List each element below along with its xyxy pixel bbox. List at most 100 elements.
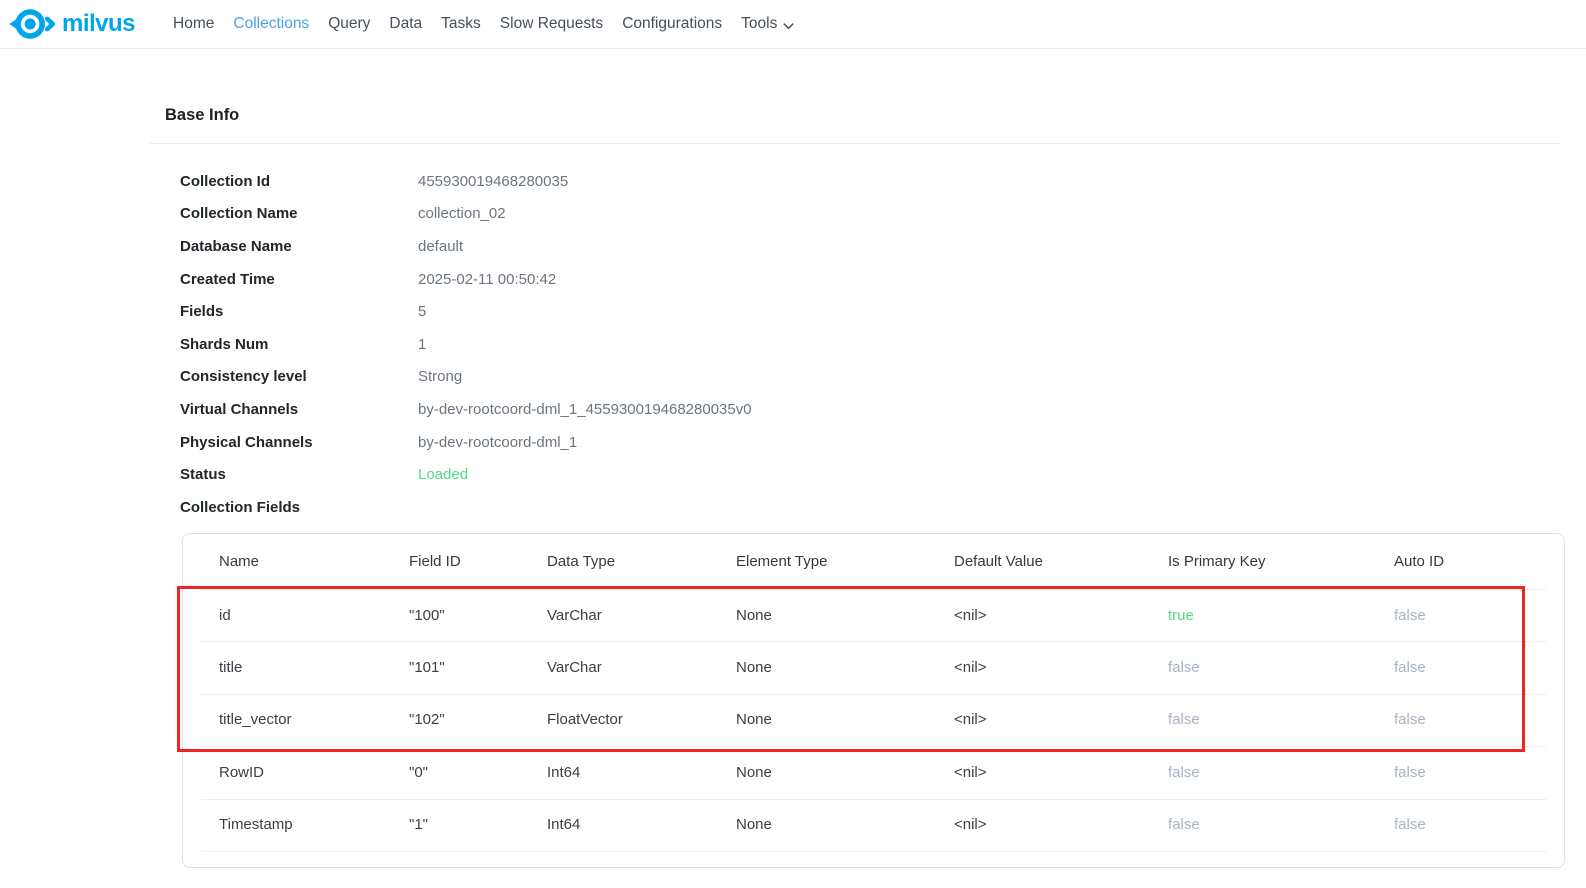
info-label: Physical Channels — [180, 434, 418, 451]
info-row: Database Namedefault — [180, 230, 1080, 263]
cell-name: Timestamp — [219, 816, 409, 833]
info-row: Fields5 — [180, 295, 1080, 328]
info-row: Created Time2025-02-11 00:50:42 — [180, 263, 1080, 296]
column-header: Data Type — [547, 553, 736, 570]
nav-item-data[interactable]: Data — [389, 15, 422, 33]
nav-item-label: Slow Requests — [500, 15, 603, 33]
cell-element-type: None — [736, 607, 954, 624]
nav-item-label: Configurations — [622, 15, 722, 33]
nav-item-label: Data — [389, 15, 422, 33]
title-divider — [150, 143, 1560, 144]
info-value: 2025-02-11 00:50:42 — [418, 271, 556, 288]
info-row: Physical Channelsby-dev-rootcoord-dml_1 — [180, 426, 1080, 459]
nav-items: Home Collections Query Data Tasks Slow Reques… — [173, 15, 796, 33]
info-value: by-dev-rootcoord-dml_1 — [418, 434, 577, 451]
cell-is-primary-key: false — [1168, 659, 1394, 676]
cell-auto-id: false — [1394, 816, 1564, 833]
cell-field-id: "100" — [409, 607, 547, 624]
milvus-brand[interactable]: milvus — [8, 6, 135, 42]
base-info-list: Collection Id455930019468280035Collectio… — [180, 165, 1080, 524]
nav-item-label: Tools — [741, 15, 777, 33]
cell-data-type: Int64 — [547, 764, 736, 781]
info-label: Consistency level — [180, 368, 418, 385]
cell-field-id: "1" — [409, 816, 547, 833]
cell-auto-id: false — [1394, 607, 1564, 624]
cell-name: id — [219, 607, 409, 624]
cell-name: title — [219, 659, 409, 676]
fields-table-header: NameField IDData TypeElement TypeDefault… — [183, 534, 1564, 589]
field-row: id"100"VarCharNone<nil>truefalse — [183, 589, 1564, 641]
column-header: Element Type — [736, 553, 954, 570]
cell-name: title_vector — [219, 711, 409, 728]
column-header: Is Primary Key — [1168, 553, 1394, 570]
nav-item-slow-requests[interactable]: Slow Requests — [500, 15, 603, 33]
nav-item-label: Collections — [233, 15, 309, 33]
nav-item-tasks[interactable]: Tasks — [441, 15, 481, 33]
info-label: Collection Name — [180, 205, 418, 222]
nav-item-label: Tasks — [441, 15, 481, 33]
info-label: Shards Num — [180, 336, 418, 353]
cell-field-id: "102" — [409, 711, 547, 728]
cell-element-type: None — [736, 659, 954, 676]
column-header: Name — [219, 553, 409, 570]
fields-table-body: id"100"VarCharNone<nil>truefalsetitle"10… — [183, 589, 1564, 851]
nav-item-label: Query — [328, 15, 370, 33]
cell-is-primary-key: false — [1168, 764, 1394, 781]
cell-data-type: VarChar — [547, 607, 736, 624]
cell-is-primary-key: true — [1168, 607, 1394, 624]
column-header: Field ID — [409, 553, 547, 570]
info-row: Shards Num1 — [180, 328, 1080, 361]
cell-default-value: <nil> — [954, 816, 1168, 833]
field-row: RowID"0"Int64None<nil>falsefalse — [183, 746, 1564, 798]
info-label: Created Time — [180, 271, 418, 288]
cell-default-value: <nil> — [954, 764, 1168, 781]
column-header: Default Value — [954, 553, 1168, 570]
cell-auto-id: false — [1394, 764, 1564, 781]
info-label: Database Name — [180, 238, 418, 255]
cell-is-primary-key: false — [1168, 711, 1394, 728]
info-label: Collection Id — [180, 173, 418, 190]
info-row: Collection Namecollection_02 — [180, 198, 1080, 231]
info-row: Collection Id455930019468280035 — [180, 165, 1080, 198]
field-row: title_vector"102"FloatVectorNone<nil>fal… — [183, 694, 1564, 746]
info-value: 5 — [418, 303, 426, 320]
nav-item-home[interactable]: Home — [173, 15, 214, 33]
info-value: 1 — [418, 336, 426, 353]
nav-item-collections[interactable]: Collections — [233, 15, 309, 33]
info-row: Consistency levelStrong — [180, 361, 1080, 394]
milvus-logo-icon — [8, 6, 56, 42]
cell-data-type: Int64 — [547, 816, 736, 833]
field-row: title"101"VarCharNone<nil>falsefalse — [183, 641, 1564, 693]
collection-fields-card: NameField IDData TypeElement TypeDefault… — [182, 533, 1565, 868]
nav-item-tools[interactable]: Tools — [741, 15, 796, 33]
info-row: Collection Fields — [180, 491, 1080, 524]
cell-auto-id: false — [1394, 659, 1564, 676]
page-title: Base Info — [165, 106, 239, 125]
nav-item-query[interactable]: Query — [328, 15, 370, 33]
info-row: Virtual Channelsby-dev-rootcoord-dml_1_4… — [180, 393, 1080, 426]
info-label: Status — [180, 466, 418, 483]
info-value: 455930019468280035 — [418, 173, 568, 190]
cell-element-type: None — [736, 764, 954, 781]
top-navbar: milvus Home Collections Query Data Tasks Slow… — [0, 0, 1586, 49]
info-value: Loaded — [418, 466, 468, 483]
cell-field-id: "0" — [409, 764, 547, 781]
info-label: Fields — [180, 303, 418, 320]
nav-item-configurations[interactable]: Configurations — [622, 15, 722, 33]
info-value: collection_02 — [418, 205, 506, 222]
cell-name: RowID — [219, 764, 409, 781]
cell-auto-id: false — [1394, 711, 1564, 728]
info-value: default — [418, 238, 463, 255]
info-value: Strong — [418, 368, 462, 385]
cell-default-value: <nil> — [954, 711, 1168, 728]
info-label: Virtual Channels — [180, 401, 418, 418]
cell-data-type: FloatVector — [547, 711, 736, 728]
field-row: Timestamp"1"Int64None<nil>falsefalse — [183, 799, 1564, 851]
cell-element-type: None — [736, 816, 954, 833]
info-label: Collection Fields — [180, 499, 418, 516]
cell-default-value: <nil> — [954, 607, 1168, 624]
cell-element-type: None — [736, 711, 954, 728]
chevron-down-icon — [781, 18, 796, 33]
brand-wordmark: milvus — [62, 12, 135, 36]
cell-default-value: <nil> — [954, 659, 1168, 676]
